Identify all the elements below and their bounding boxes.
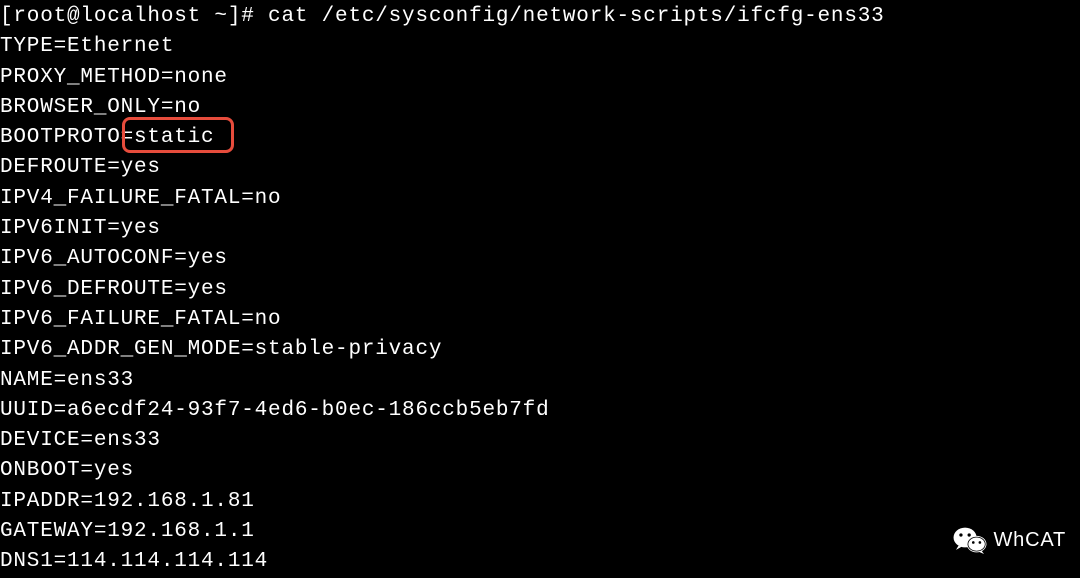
- output-line: NAME=ens33: [0, 369, 134, 392]
- prompt-line: [root@localhost ~]# cat /etc/sysconfig/n…: [0, 5, 885, 28]
- wechat-icon: [953, 526, 987, 554]
- output-line: DEVICE=ens33: [0, 429, 161, 452]
- terminal-output: [root@localhost ~]# cat /etc/sysconfig/n…: [0, 2, 1080, 578]
- output-line: IPV6_DEFROUTE=yes: [0, 278, 228, 301]
- watermark-label: WhCAT: [993, 525, 1066, 555]
- output-line: UUID=a6ecdf24-93f7-4ed6-b0ec-186ccb5eb7f…: [0, 399, 549, 422]
- output-line: PROXY_METHOD=none: [0, 66, 228, 89]
- output-line: BOOTPROTO=static: [0, 126, 214, 149]
- output-line: IPADDR=192.168.1.81: [0, 490, 255, 513]
- output-line: ONBOOT=yes: [0, 459, 134, 482]
- output-line: GATEWAY=192.168.1.1: [0, 520, 255, 543]
- watermark: WhCAT: [953, 525, 1066, 555]
- output-line: IPV6_ADDR_GEN_MODE=stable-privacy: [0, 338, 442, 361]
- output-line: BROWSER_ONLY=no: [0, 96, 201, 119]
- output-line: IPV4_FAILURE_FATAL=no: [0, 187, 281, 210]
- output-line: DNS1=114.114.114.114: [0, 550, 268, 573]
- output-line: IPV6_AUTOCONF=yes: [0, 247, 228, 270]
- output-line: TYPE=Ethernet: [0, 35, 174, 58]
- output-line: DEFROUTE=yes: [0, 156, 161, 179]
- output-line: IPV6INIT=yes: [0, 217, 161, 240]
- output-line: IPV6_FAILURE_FATAL=no: [0, 308, 281, 331]
